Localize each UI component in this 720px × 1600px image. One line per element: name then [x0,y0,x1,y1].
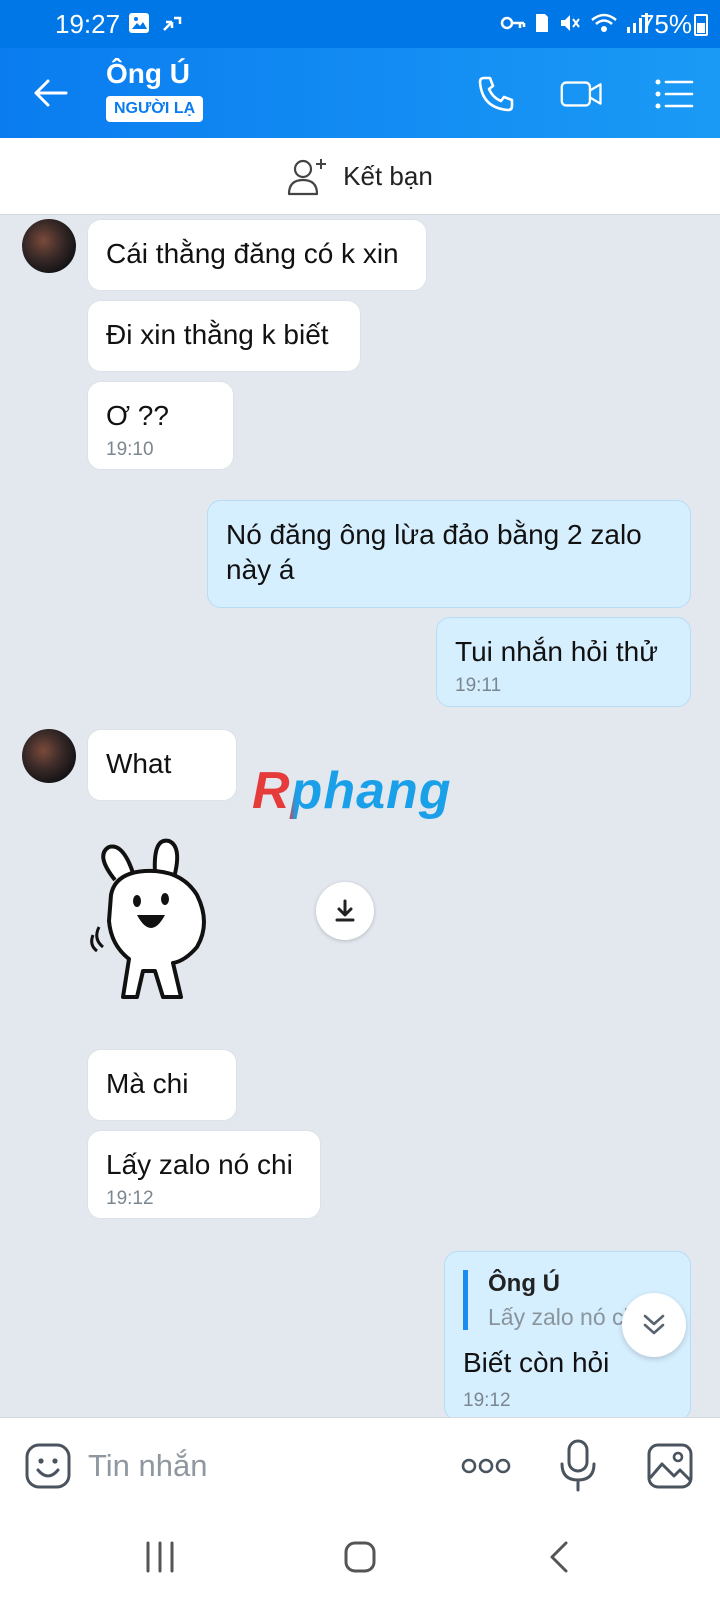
more-options-icon[interactable] [460,1448,512,1484]
status-bar: 19:27 75% [0,0,720,48]
status-time: 19:27 [55,9,121,39]
message-bubble[interactable]: Nó đăng ông lừa đảo bằng 2 zalo này á [207,500,691,608]
vpn-key-icon [500,16,526,30]
back-arrow-icon[interactable] [30,73,70,113]
message-text: Tui nhắn hỏi thử [455,636,658,667]
home-icon[interactable] [340,1537,380,1577]
battery-icon [694,14,708,36]
message-text: Nó đăng ông lừa đảo bằng 2 zalo này á [226,519,642,585]
message-text: Lấy zalo nó chi [106,1149,293,1180]
mute-icon [561,15,580,31]
sticker-emoji-icon[interactable] [24,1442,72,1490]
phone-call-icon[interactable] [474,72,518,116]
message-text: What [106,748,172,779]
message-time: 19:12 [463,1390,511,1411]
message-text: Đi xin thằng k biết [106,319,329,350]
back-nav-icon[interactable] [540,1537,580,1577]
microphone-icon[interactable] [558,1438,598,1494]
system-navigation-bar [0,1513,720,1600]
video-call-icon[interactable] [560,72,604,116]
double-chevron-down-icon [643,1314,665,1335]
quoted-message[interactable]: Ông Ú Lấy zalo nó chi [463,1270,648,1330]
recent-apps-icon[interactable] [140,1537,180,1577]
avatar[interactable] [22,219,76,273]
add-friend-label: Kết bạn [343,160,433,191]
watermark: Rphang [252,762,452,820]
message-bubble[interactable]: Tui nhắn hỏi thử 19:11 [436,617,691,707]
download-button[interactable] [316,882,374,940]
message-time: 19:12 [106,1188,154,1209]
chat-header: Ông Ú NGƯỜI LẠ [0,48,720,138]
add-friend-icon [288,159,327,196]
rabbit-sticker[interactable] [85,835,235,1005]
message-bubble[interactable]: Mà chi [87,1049,237,1121]
message-bubble[interactable]: Lấy zalo nó chi 19:12 [87,1130,321,1219]
quoted-author: Ông Ú [488,1270,560,1297]
download-icon [335,899,355,922]
wifi-icon [591,13,617,32]
message-list[interactable]: Cái thằng đăng có k xin Đi xin thằng k b… [0,215,720,1417]
message-time: 19:11 [455,675,502,696]
message-bubble[interactable]: Cái thằng đăng có k xin [87,219,427,291]
message-input-bar [0,1417,720,1514]
message-text: Ơ ?? [106,400,169,431]
image-notification-icon [129,13,149,33]
message-text: Biết còn hỏi [463,1347,610,1378]
message-bubble[interactable]: What [87,729,237,801]
add-friend-bar[interactable]: Kết bạn [0,138,720,215]
battery-level: 75% [639,9,692,39]
image-gallery-icon[interactable] [646,1442,694,1490]
contact-name[interactable]: Ông Ú [106,58,190,90]
list-menu-icon[interactable] [652,72,696,116]
scroll-to-bottom-button[interactable] [622,1293,686,1357]
sync-notification-icon [163,16,182,31]
stranger-badge: NGƯỜI LẠ [106,96,204,122]
message-bubble[interactable]: Ơ ?? 19:10 [87,381,234,470]
sim-icon [536,14,548,32]
message-text: Cái thằng đăng có k xin [106,238,399,269]
message-time: 19:10 [106,439,154,460]
message-input[interactable] [86,1440,430,1492]
avatar[interactable] [22,729,76,783]
message-text: Mà chi [106,1068,189,1099]
message-bubble[interactable]: Đi xin thằng k biết [87,300,361,372]
